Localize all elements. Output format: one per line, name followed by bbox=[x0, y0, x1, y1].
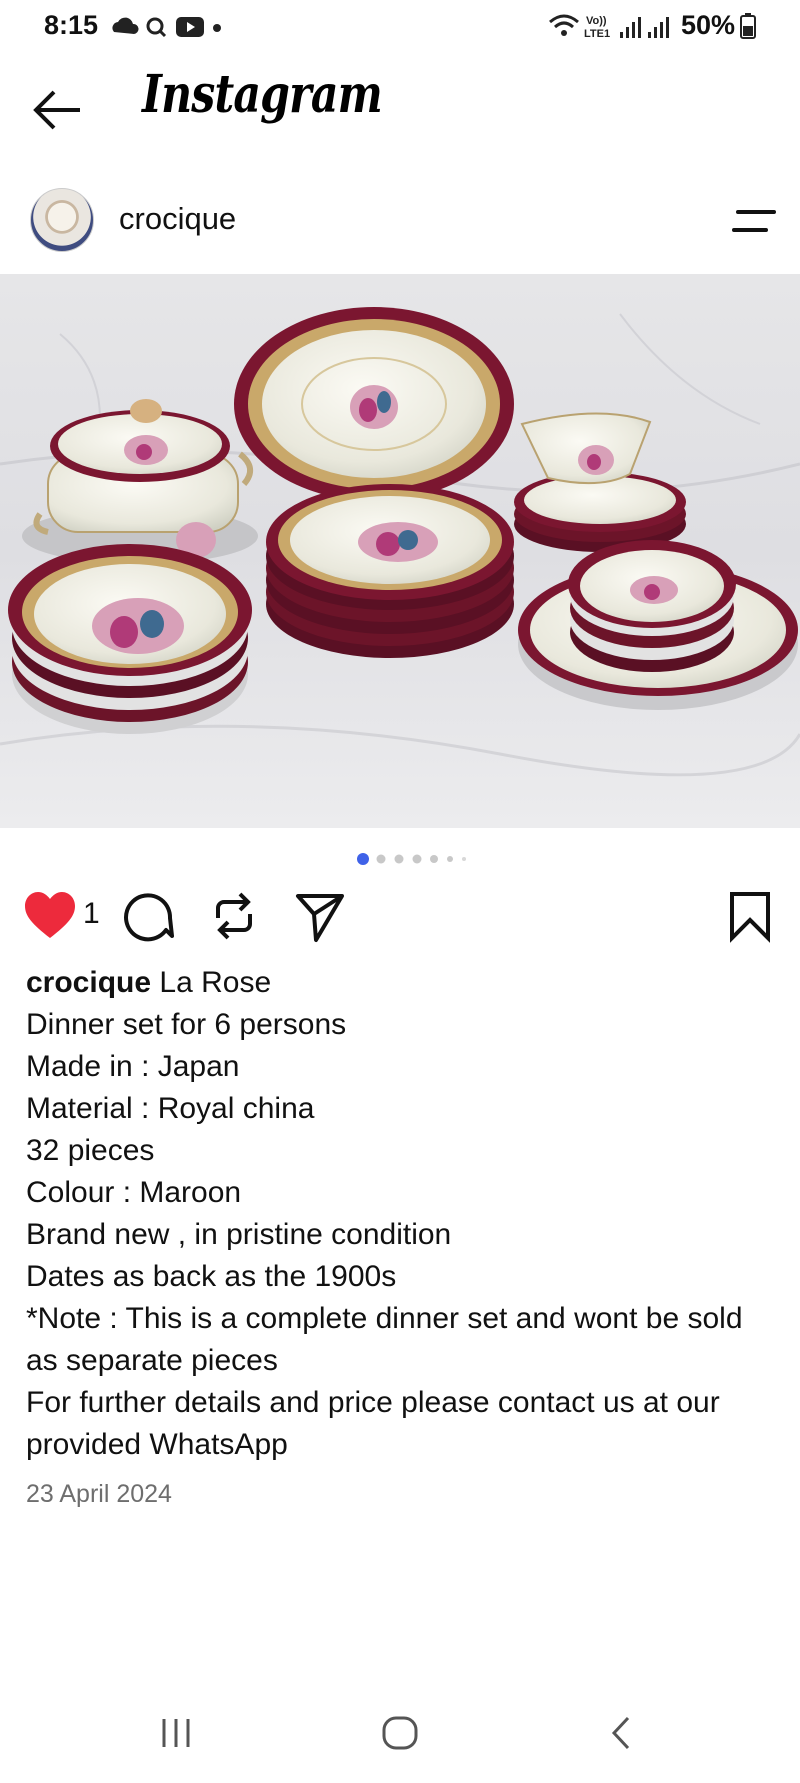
instagram-logo: Instagram bbox=[142, 64, 383, 125]
caption-line: *Note : This is a complete dinner set an… bbox=[26, 1302, 743, 1377]
battery-icon bbox=[740, 13, 756, 39]
like-heart-icon[interactable] bbox=[22, 888, 78, 944]
status-signal-icons: Vo)) LTE1 bbox=[549, 14, 669, 40]
status-time: 8:15 bbox=[44, 10, 99, 40]
like-count[interactable]: 1 bbox=[83, 897, 100, 931]
svg-text:Vo)): Vo)) bbox=[586, 15, 607, 27]
battery-percentage: 50% bbox=[681, 10, 736, 40]
caption-title: La Rose bbox=[159, 966, 272, 999]
caption-line: Made in : Japan bbox=[26, 1050, 240, 1083]
caption-line: Colour : Maroon bbox=[26, 1176, 242, 1209]
svg-text:LTE1: LTE1 bbox=[584, 28, 610, 40]
profile-username[interactable]: crocique bbox=[119, 201, 236, 237]
share-icon[interactable] bbox=[292, 888, 348, 944]
caption-line: For further details and price please con… bbox=[26, 1386, 720, 1461]
caption-first-line: crocique La Rose bbox=[26, 962, 776, 1004]
caption-line: 32 pieces bbox=[26, 1134, 155, 1167]
post-caption: crocique La Rose Dinner set for 6 person… bbox=[26, 962, 776, 1466]
status-bar: 8:15 Vo)) LTE1 50% bbox=[0, 0, 800, 52]
back-arrow-icon[interactable] bbox=[32, 88, 84, 132]
caption-line: Dates as back as the 1900s bbox=[26, 1260, 397, 1293]
carousel-dots bbox=[357, 853, 466, 865]
caption-line: Material : Royal china bbox=[26, 1092, 315, 1125]
post-date: 23 April 2024 bbox=[26, 1480, 172, 1508]
post-photo[interactable] bbox=[0, 274, 800, 828]
system-back-icon[interactable] bbox=[606, 1715, 636, 1751]
avatar[interactable] bbox=[30, 188, 94, 252]
caption-line: Dinner set for 6 persons bbox=[26, 1008, 347, 1041]
status-notification-icons bbox=[112, 17, 221, 38]
comment-icon[interactable] bbox=[120, 888, 176, 944]
repost-icon[interactable] bbox=[206, 888, 262, 944]
menu-icon[interactable] bbox=[732, 206, 776, 236]
recent-apps-icon[interactable] bbox=[158, 1715, 194, 1751]
bookmark-icon[interactable] bbox=[722, 888, 778, 944]
caption-line: Brand new , in pristine condition bbox=[26, 1218, 452, 1251]
caption-username[interactable]: crocique bbox=[26, 966, 151, 999]
home-icon[interactable] bbox=[380, 1715, 420, 1751]
